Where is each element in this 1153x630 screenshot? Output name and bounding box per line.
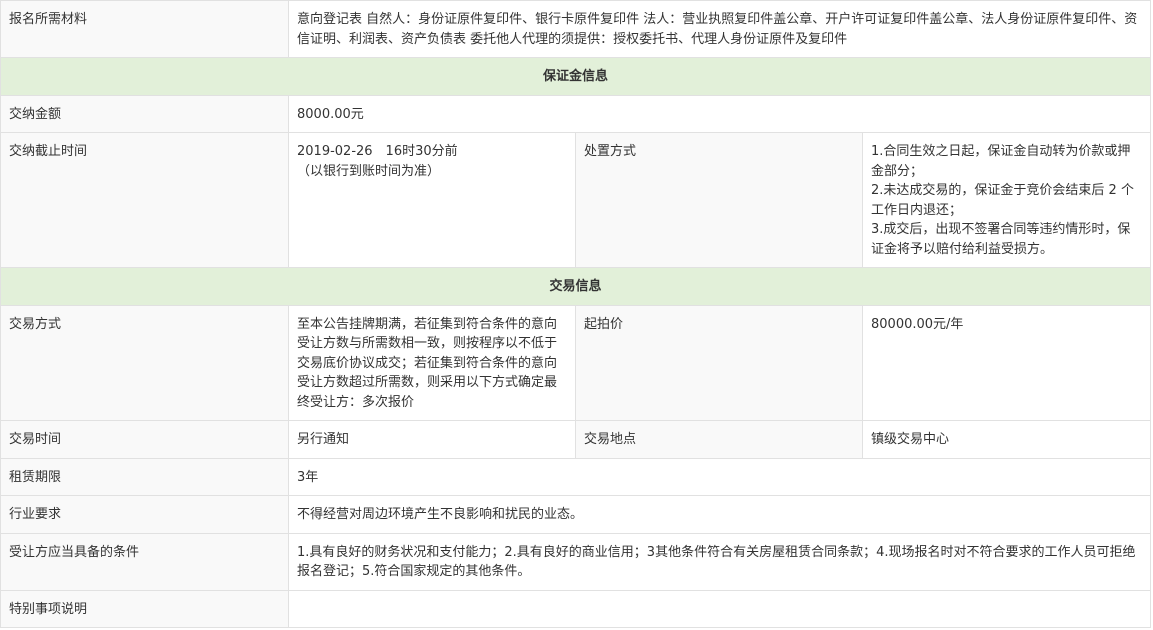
trade-place-value: 镇级交易中心: [862, 420, 1151, 459]
trade-method-row: 交易方式 至本公告挂牌期满，若征集到符合条件的意向受让方数与所需数相一致，则按程…: [0, 304, 1151, 421]
lease-term-value: 3年: [288, 457, 1151, 496]
deposit-deadline-value: 2019-02-26 16时30分前 （以银行到账时间为准）: [288, 132, 576, 268]
deposit-amount-label: 交纳金额: [0, 94, 289, 133]
industry-requirement-row: 行业要求 不得经营对周边环境产生不良影响和扰民的业态。: [0, 495, 1151, 534]
deposit-amount-row: 交纳金额 8000.00元: [0, 94, 1151, 133]
trade-method-label: 交易方式: [0, 304, 289, 421]
lease-term-row: 租赁期限 3年: [0, 457, 1151, 496]
deposit-deadline-row: 交纳截止时间 2019-02-26 16时30分前 （以银行到账时间为准） 处置…: [0, 132, 1151, 268]
trade-section-header: 交易信息: [0, 267, 1151, 306]
industry-requirement-value: 不得经营对周边环境产生不良影响和扰民的业态。: [288, 495, 1151, 534]
trade-method-value: 至本公告挂牌期满，若征集到符合条件的意向受让方数与所需数相一致，则按程序以不低于…: [288, 304, 576, 421]
trade-time-value: 另行通知: [288, 420, 576, 459]
deposit-section-row: 保证金信息: [0, 57, 1151, 96]
industry-requirement-label: 行业要求: [0, 495, 289, 534]
transferee-conditions-row: 受让方应当具备的条件 1.具有良好的财务状况和支付能力；2.具有良好的商业信用；…: [0, 532, 1151, 591]
deposit-section-header: 保证金信息: [0, 57, 1151, 96]
materials-row: 报名所需材料 意向登记表 自然人：身份证原件复印件、银行卡原件复印件 法人：营业…: [0, 0, 1151, 58]
trade-section-row: 交易信息: [0, 267, 1151, 306]
transferee-conditions-label: 受让方应当具备的条件: [0, 532, 289, 591]
special-notes-row: 特别事项说明: [0, 589, 1151, 628]
start-price-label: 起拍价: [575, 304, 863, 421]
special-notes-value: [288, 589, 1151, 628]
deposit-deadline-label: 交纳截止时间: [0, 132, 289, 268]
transferee-conditions-value: 1.具有良好的财务状况和支付能力；2.具有良好的商业信用；3其他条件符合有关房屋…: [288, 532, 1151, 591]
listing-info-table: 报名所需材料 意向登记表 自然人：身份证原件复印件、银行卡原件复印件 法人：营业…: [0, 0, 1151, 628]
special-notes-label: 特别事项说明: [0, 589, 289, 628]
deposit-amount-value: 8000.00元: [288, 94, 1151, 133]
lease-term-label: 租赁期限: [0, 457, 289, 496]
deposit-disposal-label: 处置方式: [575, 132, 863, 268]
trade-time-label: 交易时间: [0, 420, 289, 459]
trade-time-row: 交易时间 另行通知 交易地点 镇级交易中心: [0, 420, 1151, 459]
materials-label: 报名所需材料: [0, 0, 289, 58]
materials-value: 意向登记表 自然人：身份证原件复印件、银行卡原件复印件 法人：营业执照复印件盖公…: [288, 0, 1151, 58]
start-price-value: 80000.00元/年: [862, 304, 1151, 421]
trade-place-label: 交易地点: [575, 420, 863, 459]
deposit-disposal-value: 1.合同生效之日起，保证金自动转为价款或押金部分； 2.未达成交易的，保证金于竞…: [862, 132, 1151, 268]
